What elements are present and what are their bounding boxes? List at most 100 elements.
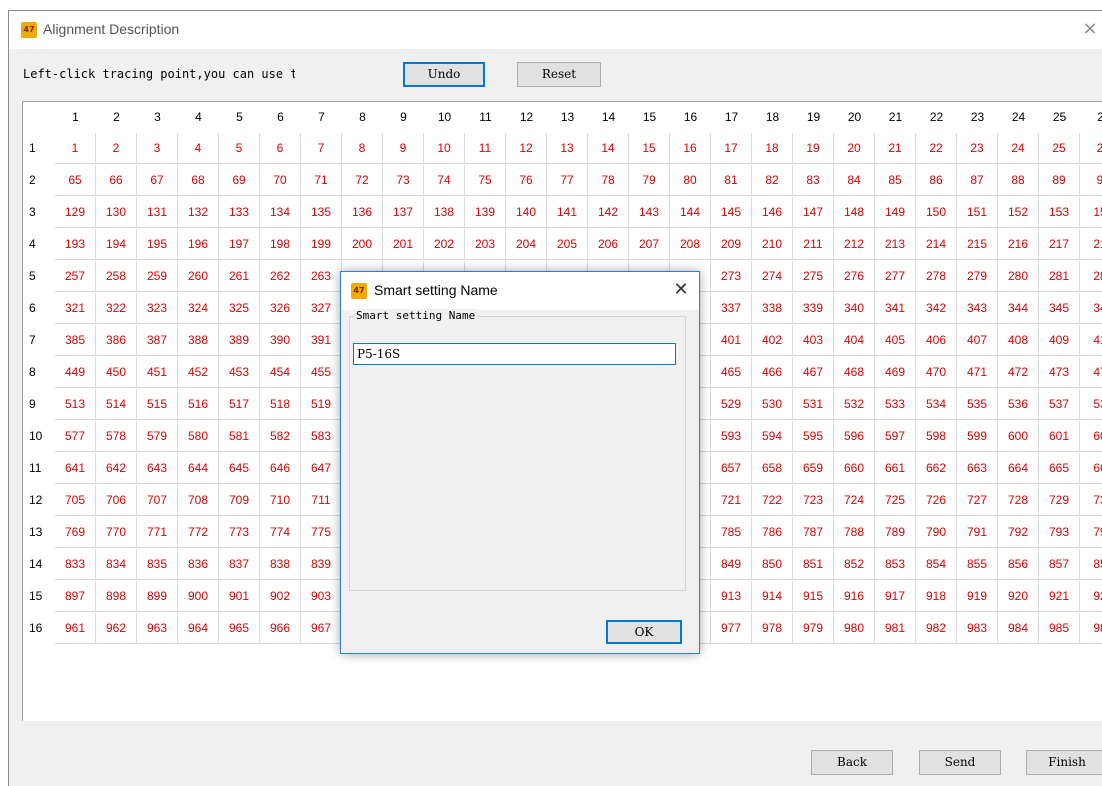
grid-cell[interactable]: 577 — [55, 421, 96, 452]
grid-cell[interactable]: 404 — [834, 325, 875, 356]
grid-cell[interactable]: 74 — [424, 165, 465, 196]
grid-cell[interactable]: 401 — [711, 325, 752, 356]
grid-cell[interactable]: 339 — [793, 293, 834, 324]
grid-cell[interactable]: 517 — [219, 389, 260, 420]
grid-cell[interactable]: 531 — [793, 389, 834, 420]
grid-cell[interactable]: 920 — [998, 581, 1039, 612]
grid-cell[interactable]: 594 — [752, 421, 793, 452]
grid-cell[interactable]: 409 — [1039, 325, 1080, 356]
grid-cell[interactable]: 66 — [96, 165, 137, 196]
grid-cell[interactable]: 206 — [588, 229, 629, 260]
grid-cell[interactable]: 407 — [957, 325, 998, 356]
grid-cell[interactable]: 469 — [875, 357, 916, 388]
grid-cell[interactable]: 217 — [1039, 229, 1080, 260]
grid-cell[interactable]: 661 — [875, 453, 916, 484]
grid-cell[interactable]: 77 — [547, 165, 588, 196]
grid-cell[interactable]: 466 — [752, 357, 793, 388]
grid-cell[interactable]: 727 — [957, 485, 998, 516]
grid-cell[interactable]: 130 — [96, 197, 137, 228]
grid-cell[interactable]: 659 — [793, 453, 834, 484]
grid-cell[interactable]: 324 — [178, 293, 219, 324]
grid-cell[interactable]: 146 — [752, 197, 793, 228]
grid-cell[interactable]: 914 — [752, 581, 793, 612]
grid-cell[interactable]: 274 — [752, 261, 793, 292]
grid-cell[interactable]: 721 — [711, 485, 752, 516]
grid-cell[interactable]: 532 — [834, 389, 875, 420]
grid-cell[interactable]: 326 — [260, 293, 301, 324]
grid-cell[interactable]: 658 — [752, 453, 793, 484]
grid-cell[interactable]: 903 — [301, 581, 342, 612]
grid-cell[interactable]: 198 — [260, 229, 301, 260]
grid-cell[interactable]: 200 — [342, 229, 383, 260]
grid-cell[interactable]: 901 — [219, 581, 260, 612]
grid-cell[interactable]: 138 — [424, 197, 465, 228]
grid-cell[interactable]: 21 — [1080, 229, 1102, 260]
grid-cell[interactable]: 665 — [1039, 453, 1080, 484]
grid-cell[interactable]: 706 — [96, 485, 137, 516]
grid-cell[interactable]: 76 — [506, 165, 547, 196]
grid-cell[interactable]: 967 — [301, 613, 342, 644]
grid-cell[interactable]: 899 — [137, 581, 178, 612]
grid-cell[interactable]: 137 — [383, 197, 424, 228]
grid-cell[interactable]: 856 — [998, 549, 1039, 580]
grid-cell[interactable]: 389 — [219, 325, 260, 356]
undo-button[interactable]: Undo — [403, 62, 485, 87]
grid-cell[interactable]: 663 — [957, 453, 998, 484]
grid-cell[interactable]: 277 — [875, 261, 916, 292]
grid-cell[interactable]: 72 — [342, 165, 383, 196]
grid-cell[interactable]: 201 — [383, 229, 424, 260]
grid-cell[interactable]: 596 — [834, 421, 875, 452]
grid-cell[interactable]: 14 — [588, 133, 629, 164]
back-button[interactable]: Back — [811, 750, 893, 775]
grid-cell[interactable]: 81 — [711, 165, 752, 196]
grid-cell[interactable]: 260 — [178, 261, 219, 292]
grid-cell[interactable]: 258 — [96, 261, 137, 292]
grid-cell[interactable]: 984 — [998, 613, 1039, 644]
grid-cell[interactable]: 92 — [1080, 581, 1102, 612]
grid-cell[interactable]: 208 — [670, 229, 711, 260]
grid-cell[interactable]: 852 — [834, 549, 875, 580]
close-icon[interactable]: × — [1079, 17, 1101, 41]
grid-cell[interactable]: 342 — [916, 293, 957, 324]
grid-cell[interactable]: 851 — [793, 549, 834, 580]
grid-cell[interactable]: 519 — [301, 389, 342, 420]
grid-cell[interactable]: 144 — [670, 197, 711, 228]
grid-cell[interactable]: 11 — [465, 133, 506, 164]
grid-cell[interactable]: 916 — [834, 581, 875, 612]
grid-cell[interactable]: 452 — [178, 357, 219, 388]
grid-cell[interactable]: 82 — [752, 165, 793, 196]
grid-cell[interactable]: 147 — [793, 197, 834, 228]
grid-cell[interactable]: 518 — [260, 389, 301, 420]
grid-cell[interactable]: 792 — [998, 517, 1039, 548]
grid-cell[interactable]: 579 — [137, 421, 178, 452]
grid-cell[interactable]: 145 — [711, 197, 752, 228]
grid-cell[interactable]: 729 — [1039, 485, 1080, 516]
ok-button[interactable]: OK — [606, 620, 682, 644]
grid-cell[interactable]: 205 — [547, 229, 588, 260]
grid-cell[interactable]: 578 — [96, 421, 137, 452]
grid-cell[interactable]: 197 — [219, 229, 260, 260]
grid-cell[interactable]: 793 — [1039, 517, 1080, 548]
grid-cell[interactable]: 390 — [260, 325, 301, 356]
grid-cell[interactable]: 73 — [383, 165, 424, 196]
grid-cell[interactable]: 139 — [465, 197, 506, 228]
grid-cell[interactable]: 23 — [957, 133, 998, 164]
grid-cell[interactable]: 133 — [219, 197, 260, 228]
grid-cell[interactable]: 593 — [711, 421, 752, 452]
grid-cell[interactable]: 281 — [1039, 261, 1080, 292]
grid-cell[interactable]: 15 — [1080, 197, 1102, 228]
grid-cell[interactable]: 21 — [875, 133, 916, 164]
grid-cell[interactable]: 978 — [752, 613, 793, 644]
grid-cell[interactable]: 641 — [55, 453, 96, 484]
grid-cell[interactable]: 919 — [957, 581, 998, 612]
grid-cell[interactable]: 86 — [916, 165, 957, 196]
grid-cell[interactable]: 89 — [1039, 165, 1080, 196]
grid-cell[interactable]: 195 — [137, 229, 178, 260]
grid-cell[interactable]: 833 — [55, 549, 96, 580]
grid-cell[interactable]: 18 — [752, 133, 793, 164]
grid-cell[interactable]: 600 — [998, 421, 1039, 452]
grid-cell[interactable]: 204 — [506, 229, 547, 260]
grid-cell[interactable]: 20 — [834, 133, 875, 164]
grid-cell[interactable]: 325 — [219, 293, 260, 324]
grid-cell[interactable]: 70 — [260, 165, 301, 196]
